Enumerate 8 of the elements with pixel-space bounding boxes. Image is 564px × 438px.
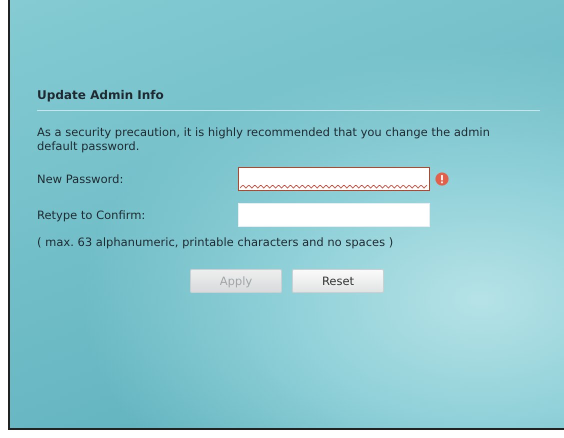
error-icon bbox=[435, 172, 449, 186]
section-title: Update Admin Info bbox=[37, 88, 165, 102]
field-label: New Password: bbox=[37, 172, 124, 186]
intro-text: As a security precaution, it is highly recommended that you change the admin default password. bbox=[37, 125, 491, 153]
field-label: Retype to Confirm: bbox=[37, 208, 146, 222]
password-field[interactable] bbox=[238, 167, 430, 191]
reset-button[interactable]: Reset bbox=[292, 269, 384, 293]
hint-text: ( max. 63 alphanumeric, printable characters and no spaces ) bbox=[37, 235, 394, 249]
